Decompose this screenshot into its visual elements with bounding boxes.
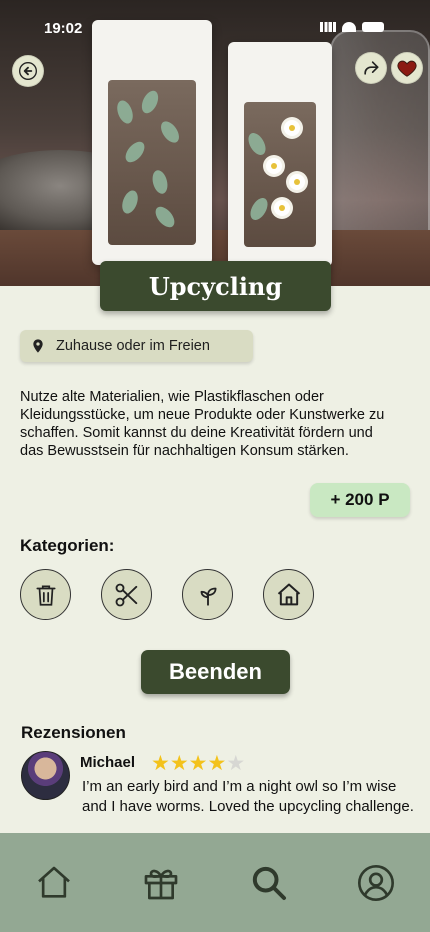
trash-icon: [35, 584, 56, 606]
avatar: [21, 751, 70, 800]
activity-description: Nutze alte Materialien, wie Plastikflasc…: [20, 389, 385, 459]
carton-left: [92, 20, 212, 265]
wifi-icon: [342, 22, 356, 32]
reviewer-name: Michael: [80, 754, 136, 771]
star-icon: ★: [169, 751, 189, 775]
share-button[interactable]: [355, 52, 387, 84]
favorite-button[interactable]: [391, 52, 423, 84]
tab-profile[interactable]: [354, 861, 398, 905]
finish-button[interactable]: Beenden: [141, 650, 290, 694]
carton-right: [228, 42, 332, 267]
activity-title: Upcycling: [100, 261, 331, 311]
tab-home[interactable]: [32, 861, 76, 905]
reviews-label: Rezensionen: [21, 723, 126, 742]
location-pin-icon: [33, 339, 43, 353]
category-home[interactable]: [263, 569, 314, 620]
category-nature[interactable]: [182, 569, 233, 620]
star-icon: ★: [151, 751, 170, 775]
search-icon: [252, 866, 286, 900]
profile-icon: [358, 865, 395, 901]
category-recycling[interactable]: [20, 569, 71, 620]
location-chip: Zuhause oder im Freien: [20, 330, 253, 362]
category-crafting[interactable]: [101, 569, 152, 620]
signal-icon: [320, 22, 336, 32]
location-label: Zuhause oder im Freien: [56, 338, 210, 354]
share-icon: [364, 61, 379, 75]
heart-icon: [397, 60, 417, 77]
scissors-icon: [115, 583, 137, 606]
gift-icon: [144, 869, 178, 900]
status-time: 19:02: [44, 20, 83, 37]
home-icon: [37, 866, 70, 898]
sprout-icon: [200, 587, 217, 606]
categories-row: [20, 569, 314, 620]
status-icons: [320, 22, 384, 32]
battery-icon: [362, 22, 384, 32]
star-empty-icon: ★: [226, 751, 246, 775]
review-item: Michael ★★★★★ I’m an early bird and I’m …: [21, 751, 421, 833]
bottom-tab-bar: [0, 833, 430, 932]
tab-search[interactable]: [247, 861, 291, 905]
home-icon: [277, 583, 300, 605]
tab-rewards[interactable]: [139, 861, 183, 905]
categories-label: Kategorien:: [20, 536, 115, 555]
back-button[interactable]: [12, 55, 44, 87]
star-rating: ★★★★★: [151, 751, 245, 775]
star-icon: ★: [207, 751, 227, 775]
star-icon: ★: [188, 751, 208, 775]
arrow-left-icon: [19, 62, 37, 80]
review-text: I’m an early bird and I’m a night owl so…: [82, 778, 414, 815]
points-badge: + 200 P: [310, 483, 410, 517]
hero-image: [0, 0, 430, 286]
